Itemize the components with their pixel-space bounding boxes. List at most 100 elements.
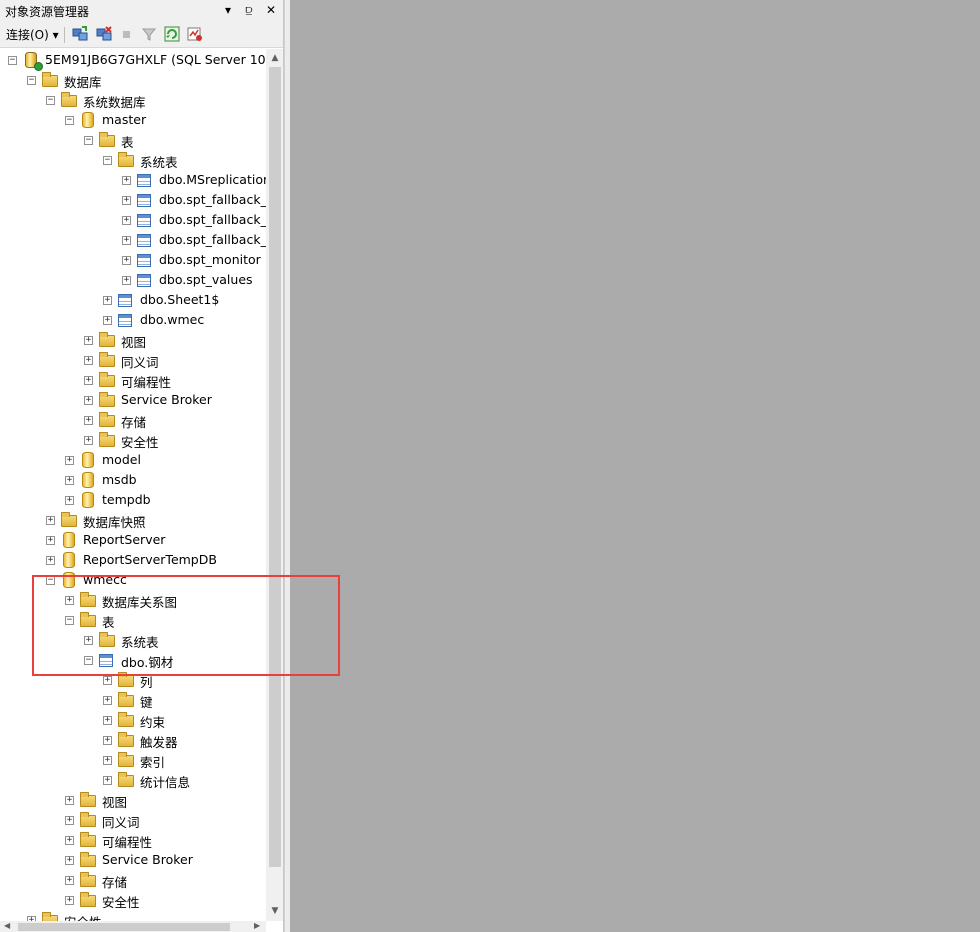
tree-node[interactable]: + 可编程性 (0, 830, 266, 850)
tree-node[interactable]: − 系统表 (0, 150, 266, 170)
tree-node[interactable]: − master (0, 110, 266, 130)
connect-object-explorer-icon[interactable] (72, 26, 88, 42)
expand-icon[interactable]: + (122, 196, 131, 205)
tree-node[interactable]: + 系统表 (0, 630, 266, 650)
tree-node[interactable]: + dbo.MSreplication (0, 170, 266, 190)
collapse-icon[interactable]: − (27, 76, 36, 85)
collapse-icon[interactable]: − (8, 56, 17, 65)
tree-node[interactable]: + 索引 (0, 750, 266, 770)
tree-node[interactable]: +安全性 (0, 910, 266, 921)
filter-icon[interactable] (141, 26, 157, 42)
tree-node[interactable]: + 数据库快照 (0, 510, 266, 530)
collapse-icon[interactable]: − (46, 96, 55, 105)
expand-icon[interactable]: + (65, 856, 74, 865)
expand-icon[interactable]: + (65, 496, 74, 505)
tree-node[interactable]: + 数据库关系图 (0, 590, 266, 610)
panel-splitter[interactable] (284, 0, 290, 932)
tree-node[interactable]: − 数据库 (0, 70, 266, 90)
expand-icon[interactable]: + (46, 556, 55, 565)
vertical-scrollbar[interactable]: ▲ ▼ (266, 49, 283, 921)
tree-node[interactable]: + 列 (0, 670, 266, 690)
expand-icon[interactable]: + (65, 896, 74, 905)
expand-icon[interactable]: + (65, 596, 74, 605)
tree-node[interactable]: + dbo.spt_fallback_d (0, 190, 266, 210)
scroll-up-icon[interactable]: ▲ (270, 53, 280, 63)
tree-node[interactable]: +安全性 (0, 430, 266, 450)
tree-node[interactable]: + dbo.Sheet1$ (0, 290, 266, 310)
expand-icon[interactable]: + (84, 356, 93, 365)
expand-icon[interactable]: + (103, 316, 112, 325)
expand-icon[interactable]: + (103, 736, 112, 745)
expand-icon[interactable]: + (122, 216, 131, 225)
tree-node[interactable]: + 键 (0, 690, 266, 710)
vertical-scroll-thumb[interactable] (269, 67, 281, 867)
tree-node[interactable]: + tempdb (0, 490, 266, 510)
tree-node[interactable]: + model (0, 450, 266, 470)
tree-node[interactable]: − dbo.钢材 (0, 650, 266, 670)
tree-node[interactable]: + 同义词 (0, 350, 266, 370)
tree-node[interactable]: + Service Broker (0, 390, 266, 410)
tree-node[interactable]: − 表 (0, 130, 266, 150)
expand-icon[interactable]: + (103, 716, 112, 725)
collapse-icon[interactable]: − (103, 156, 112, 165)
expand-icon[interactable]: + (84, 416, 93, 425)
tree-node[interactable]: + 统计信息 (0, 770, 266, 790)
connect-button[interactable]: 连接(O) ▾ (6, 26, 59, 43)
collapse-icon[interactable]: − (65, 116, 74, 125)
tree-node[interactable]: + 可编程性 (0, 370, 266, 390)
tree-node[interactable]: + 视图 (0, 790, 266, 810)
stop-icon[interactable] (119, 26, 135, 42)
activity-monitor-icon[interactable] (187, 26, 203, 42)
tree-node[interactable]: + 视图 (0, 330, 266, 350)
tree-node[interactable]: + dbo.spt_monitor (0, 250, 266, 270)
collapse-icon[interactable]: − (46, 576, 55, 585)
expand-icon[interactable]: + (46, 516, 55, 525)
expand-icon[interactable]: + (103, 676, 112, 685)
expand-icon[interactable]: + (122, 276, 131, 285)
expand-icon[interactable]: + (84, 636, 93, 645)
expand-icon[interactable]: + (84, 396, 93, 405)
disconnect-icon[interactable] (96, 26, 112, 42)
tree-node[interactable]: + msdb (0, 470, 266, 490)
tree-node[interactable]: + 约束 (0, 710, 266, 730)
tree-node[interactable]: +安全性 (0, 890, 266, 910)
expand-icon[interactable]: + (65, 456, 74, 465)
horizontal-scroll-thumb[interactable] (18, 923, 230, 931)
tree-node[interactable]: + 存储 (0, 870, 266, 890)
expand-icon[interactable]: + (84, 376, 93, 385)
tree-node[interactable]: + ReportServer (0, 530, 266, 550)
refresh-icon[interactable] (164, 26, 180, 42)
close-icon[interactable]: ✕ (263, 1, 279, 19)
horizontal-scrollbar[interactable]: ◀ ▶ (0, 921, 266, 932)
tree-node[interactable]: − 表 (0, 610, 266, 630)
expand-icon[interactable]: + (103, 756, 112, 765)
scroll-right-icon[interactable]: ▶ (254, 921, 260, 930)
expand-icon[interactable]: + (103, 696, 112, 705)
tree-node[interactable]: + 存储 (0, 410, 266, 430)
collapse-icon[interactable]: − (65, 616, 74, 625)
tree-node[interactable]: − wmecc (0, 570, 266, 590)
expand-icon[interactable]: + (65, 836, 74, 845)
expand-icon[interactable]: + (84, 336, 93, 345)
tree-node[interactable]: + dbo.spt_fallback_u (0, 230, 266, 250)
expand-icon[interactable]: + (103, 296, 112, 305)
expand-icon[interactable]: + (65, 816, 74, 825)
collapse-icon[interactable]: − (84, 136, 93, 145)
tree-node[interactable]: + dbo.spt_values (0, 270, 266, 290)
tree-node[interactable]: + 同义词 (0, 810, 266, 830)
tree-node[interactable]: − 系统数据库 (0, 90, 266, 110)
tree-node[interactable]: − 5EM91JB6G7GHXLF (SQL Server 10.0.1 (0, 50, 266, 71)
tree-node[interactable]: + Service Broker (0, 850, 266, 870)
tree-node[interactable]: + dbo.spt_fallback_d (0, 210, 266, 230)
scroll-left-icon[interactable]: ◀ (4, 921, 10, 930)
expand-icon[interactable]: + (65, 876, 74, 885)
expand-icon[interactable]: + (65, 796, 74, 805)
collapse-icon[interactable]: − (84, 656, 93, 665)
scroll-down-icon[interactable]: ▼ (270, 906, 280, 916)
tree-node[interactable]: + ReportServerTempDB (0, 550, 266, 570)
expand-icon[interactable]: + (84, 436, 93, 445)
expand-icon[interactable]: + (65, 476, 74, 485)
tree-node[interactable]: + 触发器 (0, 730, 266, 750)
expand-icon[interactable]: + (46, 536, 55, 545)
pin-icon[interactable]: ⫒ (241, 1, 257, 19)
